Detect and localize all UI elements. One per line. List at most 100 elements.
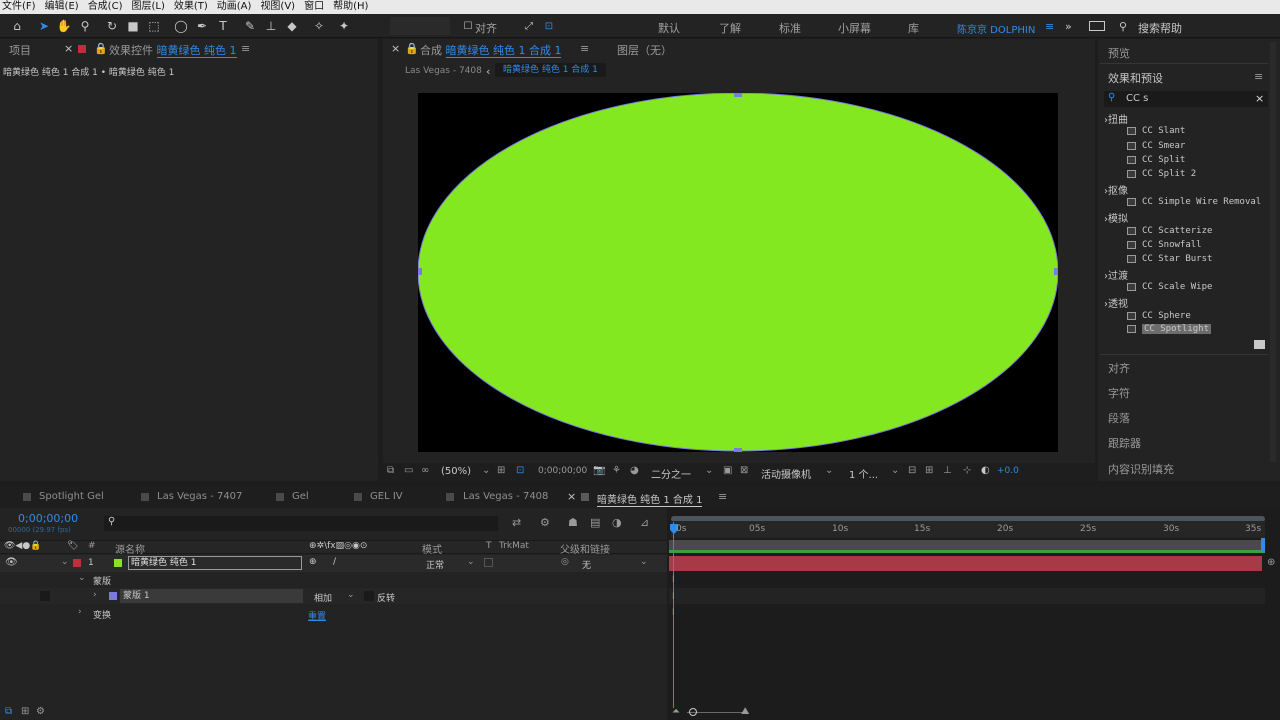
resolution-select[interactable]: 二分之一 bbox=[651, 466, 691, 481]
mask-vertex-left[interactable] bbox=[418, 268, 422, 275]
panel-menu-icon[interactable]: ≡ bbox=[718, 490, 727, 503]
close-icon[interactable]: × bbox=[391, 42, 400, 55]
workspace-learn[interactable]: 了解 bbox=[719, 20, 741, 36]
effect-category-transition[interactable]: ›过渡 bbox=[1104, 267, 1128, 282]
graph-editor-icon[interactable]: ⊿ bbox=[640, 516, 649, 529]
work-area-range[interactable] bbox=[669, 540, 1265, 550]
chevron-down-icon[interactable]: ⌄ bbox=[467, 557, 475, 567]
crumb-parent[interactable]: Las Vegas - 7408 bbox=[405, 66, 482, 76]
expand-panes-icon[interactable]: ⊞ bbox=[21, 706, 29, 717]
tab-effects-controls[interactable]: 效果控件 暗黄绿色 纯色 1 bbox=[109, 42, 237, 58]
exposure-value[interactable]: +0.0 bbox=[997, 466, 1019, 476]
chevron-down-icon[interactable]: ⌄ bbox=[347, 590, 355, 600]
menu-view[interactable]: 视图(V) bbox=[260, 0, 295, 14]
mask-vertex-right[interactable] bbox=[1054, 268, 1058, 275]
region-icon[interactable]: ⊡ bbox=[516, 465, 524, 476]
brush-tool-icon[interactable]: ✎ bbox=[242, 18, 258, 34]
zoom-slider-handle[interactable] bbox=[689, 708, 697, 716]
effect-item[interactable]: CC Simple Wire Removal bbox=[1127, 197, 1261, 207]
effect-item[interactable]: CC Scale Wipe bbox=[1127, 282, 1212, 292]
hand-tool-icon[interactable]: ✋ bbox=[56, 18, 72, 34]
workspace-menu-icon[interactable]: ≡ bbox=[1045, 20, 1054, 33]
rotate-tool-icon[interactable]: ↻ bbox=[104, 18, 120, 34]
effect-item[interactable]: CC Smear bbox=[1127, 141, 1185, 151]
tab-composition[interactable]: 合成 暗黄绿色 纯色 1 合成 1 bbox=[420, 42, 562, 58]
eraser-tool-icon[interactable]: ◆ bbox=[284, 18, 300, 34]
collapse-switch-icon[interactable]: ⊕ bbox=[309, 557, 317, 567]
mask-invert-checkbox[interactable] bbox=[364, 591, 374, 601]
draft-3d-icon[interactable]: ⚙ bbox=[540, 516, 550, 529]
roto-brush-tool-icon[interactable]: ✧ bbox=[311, 18, 327, 34]
col-trkmat[interactable]: TrkMat bbox=[499, 541, 529, 551]
zoom-select[interactable]: (50%) bbox=[441, 466, 471, 477]
ellipse-mask-shape[interactable] bbox=[418, 93, 1058, 452]
snap-target-icon[interactable]: ⊡ bbox=[541, 18, 557, 34]
timeline-tab-active[interactable]: 暗黄绿色 纯色 1 合成 1 bbox=[597, 491, 703, 507]
timeline-tab[interactable]: Las Vegas - 7407 bbox=[157, 491, 242, 502]
layer-label-color[interactable] bbox=[73, 559, 81, 567]
right-scrollbar[interactable] bbox=[1270, 42, 1276, 462]
chevron-down-icon[interactable]: ⌄ bbox=[891, 465, 899, 476]
type-tool-icon[interactable]: T bbox=[215, 18, 231, 34]
col-parent[interactable]: 父级和链接 bbox=[560, 541, 610, 556]
workspace-default[interactable]: 默认 bbox=[658, 20, 680, 36]
search-help-input[interactable]: 搜索帮助 bbox=[1138, 20, 1182, 36]
chevron-left-icon[interactable]: ‹ bbox=[486, 65, 490, 78]
work-area-end-handle[interactable] bbox=[1261, 538, 1265, 552]
effect-category-perspective[interactable]: ›透视 bbox=[1104, 295, 1128, 310]
snap-expand-icon[interactable]: ⤢ bbox=[521, 18, 537, 34]
transform-reset-link[interactable]: 重置 bbox=[308, 609, 326, 622]
render-time-icon[interactable]: ⧉ bbox=[5, 706, 12, 717]
effect-category-keying[interactable]: ›抠像 bbox=[1104, 182, 1128, 197]
zoom-tool-icon[interactable]: ⚲ bbox=[77, 18, 93, 34]
effect-item-selected[interactable]: CC Spotlight bbox=[1127, 324, 1212, 334]
layer-duration-bar[interactable] bbox=[669, 556, 1262, 571]
effects-presets-header[interactable]: 效果和预设 bbox=[1108, 70, 1163, 86]
workspace-small-screen[interactable]: 小屏幕 bbox=[838, 20, 871, 36]
quality-switch-icon[interactable]: / bbox=[333, 557, 336, 567]
eye-icon[interactable]: 👁 bbox=[5, 557, 18, 568]
menu-animation[interactable]: 动画(A) bbox=[217, 0, 252, 14]
mask-mode-select[interactable]: 相加 bbox=[314, 591, 332, 604]
panel-menu-icon[interactable]: ≡ bbox=[580, 42, 589, 55]
panel-menu-icon[interactable]: ≡ bbox=[241, 42, 250, 55]
pan-behind-tool-icon[interactable]: ⬚ bbox=[146, 18, 162, 34]
chevron-down-icon[interactable]: ⌄ bbox=[482, 465, 490, 476]
mask-color-swatch[interactable] bbox=[109, 592, 117, 600]
tab-layer[interactable]: 图层（无） bbox=[617, 42, 672, 58]
timeline-timecode[interactable]: 0;00;00;00 bbox=[18, 512, 78, 525]
chevron-down-icon[interactable]: ⌄ bbox=[640, 557, 648, 567]
fit-icon[interactable]: ⊞ bbox=[497, 465, 505, 476]
camera-tool-icon[interactable]: ■ bbox=[125, 18, 141, 34]
views-select[interactable]: 1 个... bbox=[849, 466, 878, 481]
lock-icon[interactable]: 🔒 bbox=[405, 42, 419, 55]
workspace-active[interactable]: 陈京京 DOLPHIN bbox=[957, 21, 1035, 36]
effect-item[interactable]: CC Star Burst bbox=[1127, 254, 1212, 264]
zoom-out-icon[interactable]: ⏶ bbox=[672, 706, 680, 717]
character-panel-header[interactable]: 字符 bbox=[1108, 385, 1130, 401]
transform-group-label[interactable]: 变换 bbox=[93, 608, 111, 621]
menu-edit[interactable]: 编辑(E) bbox=[45, 0, 79, 14]
home-icon[interactable]: ⌂ bbox=[9, 18, 25, 34]
snap-checkbox-icon[interactable]: ☐ bbox=[460, 18, 476, 34]
chevron-down-icon[interactable]: ⌄ bbox=[61, 557, 69, 567]
shy-layers-icon[interactable]: ☗ bbox=[568, 516, 578, 529]
effect-item[interactable]: CC Scatterize bbox=[1127, 226, 1212, 236]
motion-blur-icon[interactable]: ◑ bbox=[612, 516, 622, 529]
layer-mode-select[interactable]: 正常 bbox=[426, 558, 444, 571]
masks-group-label[interactable]: 蒙版 bbox=[93, 574, 111, 587]
chevron-down-icon[interactable]: ⌄ bbox=[78, 573, 86, 583]
lock-icon[interactable]: 🔒 bbox=[94, 42, 108, 55]
tracker-panel-header[interactable]: 跟踪器 bbox=[1108, 435, 1141, 451]
close-icon[interactable]: × bbox=[64, 42, 73, 55]
preserve-transparency-checkbox[interactable] bbox=[484, 558, 493, 567]
effect-item[interactable]: CC Sphere bbox=[1127, 311, 1191, 321]
frame-blending-icon[interactable]: ▤ bbox=[590, 516, 600, 529]
fast-previews-icon[interactable]: ⊞ bbox=[925, 465, 933, 476]
effects-search-box[interactable]: ⚲ CC s × bbox=[1104, 91, 1268, 107]
effect-category-simulation[interactable]: ›模拟 bbox=[1104, 210, 1128, 225]
ellipse-tool-icon[interactable]: ◯ bbox=[173, 18, 189, 34]
mask-vertex-bottom[interactable] bbox=[734, 448, 742, 452]
pick-whip-icon[interactable]: ◎ bbox=[561, 557, 569, 567]
menu-layer[interactable]: 图层(L) bbox=[131, 0, 164, 14]
